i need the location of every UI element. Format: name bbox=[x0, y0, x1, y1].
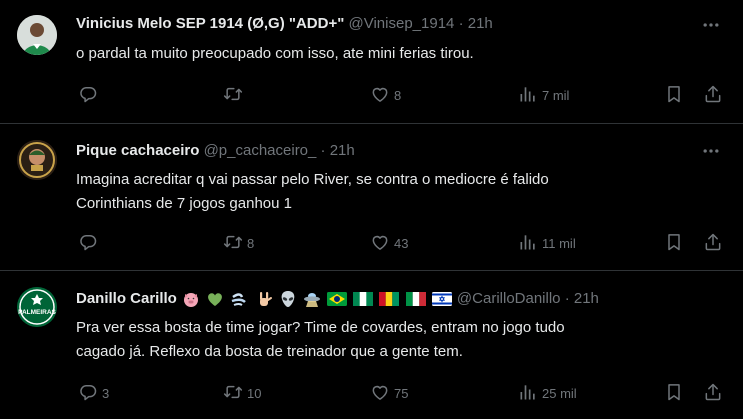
display-name[interactable]: Danillo Carillo bbox=[76, 290, 177, 307]
views-icon bbox=[518, 232, 538, 255]
heart-icon bbox=[370, 382, 390, 405]
bookmark-icon bbox=[664, 232, 684, 255]
share-icon bbox=[703, 84, 723, 107]
retweet-icon bbox=[223, 84, 243, 107]
israel-flag-emoji bbox=[431, 292, 452, 307]
bookmark-icon bbox=[664, 382, 684, 405]
tweet-text: Pra ver essa bosta de time jogar? Time d… bbox=[76, 318, 726, 362]
reply-button[interactable] bbox=[78, 233, 102, 253]
bookmark-button[interactable] bbox=[664, 233, 684, 253]
tweet-text-line: Corinthians de 7 jogos ganhou 1 bbox=[76, 195, 292, 212]
nigeria-flag-emoji bbox=[353, 292, 374, 307]
separator-dot: · bbox=[320, 142, 326, 159]
tweet-header: Danillo Carillo @CarilloDanillo · 21h bbox=[76, 289, 599, 309]
like-count: 8 bbox=[394, 87, 402, 103]
brazil-flag-emoji bbox=[327, 292, 348, 307]
tweet-text-line: cagado já. Reflexo da bosta de treinador… bbox=[76, 343, 463, 360]
alien-emoji bbox=[281, 291, 295, 308]
views-button[interactable]: 11 mil bbox=[518, 233, 576, 253]
tweet[interactable]: Vinicius Melo SEP 1914 (Ø,G) "ADD+" @Vin… bbox=[0, 0, 743, 123]
action-bar: 8 43 11 mil bbox=[76, 233, 726, 253]
handle[interactable]: @CarilloDanillo bbox=[457, 290, 561, 307]
ufo-emoji bbox=[303, 293, 320, 308]
reply-button[interactable] bbox=[78, 85, 102, 105]
avatar[interactable] bbox=[17, 140, 57, 180]
tweet-text: o pardal ta muito preocupado com isso, a… bbox=[76, 44, 726, 64]
view-count: 11 mil bbox=[542, 235, 576, 251]
retweet-button[interactable]: 10 bbox=[223, 383, 261, 403]
handle[interactable]: @p_cachaceiro_ bbox=[204, 142, 317, 159]
like-button[interactable]: 8 bbox=[370, 85, 401, 105]
reply-icon bbox=[78, 382, 98, 405]
tweet[interactable]: PALMEIRAS Danillo Carillo @CarilloDanill… bbox=[0, 271, 743, 419]
timestamp[interactable]: 21h bbox=[330, 142, 355, 159]
separator-dot: · bbox=[458, 15, 464, 32]
retweet-button[interactable]: 8 bbox=[223, 233, 254, 253]
like-button[interactable]: 43 bbox=[370, 233, 408, 253]
bookmark-button[interactable] bbox=[664, 85, 684, 105]
views-button[interactable]: 7 mil bbox=[518, 85, 569, 105]
views-button[interactable]: 25 mil bbox=[518, 383, 577, 403]
tweet-text-line: o pardal ta muito preocupado com isso, a… bbox=[76, 45, 474, 62]
timestamp[interactable]: 21h bbox=[574, 290, 599, 307]
avatar[interactable] bbox=[17, 15, 57, 55]
share-icon bbox=[703, 382, 723, 405]
tweet-header: Pique cachaceiro @p_cachaceiro_ · 21h bbox=[76, 141, 355, 161]
heart-icon bbox=[370, 232, 390, 255]
bookmark-button[interactable] bbox=[664, 383, 684, 403]
name-emojis bbox=[181, 290, 457, 308]
guinea-flag-emoji bbox=[379, 292, 400, 307]
display-name[interactable]: Pique cachaceiro bbox=[76, 142, 199, 159]
like-count: 75 bbox=[394, 385, 409, 401]
tweet-text-line: Pra ver essa bosta de time jogar? Time d… bbox=[76, 319, 565, 336]
retweet-icon bbox=[223, 382, 243, 405]
italy-flag-emoji bbox=[405, 292, 426, 307]
timestamp[interactable]: 21h bbox=[468, 15, 493, 32]
reply-button[interactable]: 3 bbox=[78, 383, 109, 403]
retweet-count: 10 bbox=[247, 385, 262, 401]
retweet-icon bbox=[223, 232, 243, 255]
share-button[interactable] bbox=[703, 233, 723, 253]
reply-count: 3 bbox=[102, 385, 110, 401]
display-name[interactable]: Vinicius Melo SEP 1914 (Ø,G) "ADD+" bbox=[76, 15, 344, 32]
handle[interactable]: @Vinisep_1914 bbox=[349, 15, 455, 32]
reply-icon bbox=[78, 84, 98, 107]
bookmark-icon bbox=[664, 84, 684, 107]
tweet[interactable]: Pique cachaceiro @p_cachaceiro_ · 21h Im… bbox=[0, 124, 743, 270]
tweet-text-line: Imagina acreditar q vai passar pelo Rive… bbox=[76, 171, 549, 188]
retweet-button[interactable] bbox=[223, 85, 247, 105]
retweet-count: 8 bbox=[247, 235, 255, 251]
pig-face-emoji bbox=[184, 293, 199, 308]
tweet-text: Imagina acreditar q vai passar pelo Rive… bbox=[76, 170, 726, 214]
like-button[interactable]: 75 bbox=[370, 383, 408, 403]
green-heart-emoji bbox=[208, 293, 223, 307]
wind-face-emoji bbox=[231, 293, 247, 306]
action-bar: 3 10 75 25 mil bbox=[76, 383, 726, 403]
share-button[interactable] bbox=[703, 383, 723, 403]
views-icon bbox=[518, 84, 538, 107]
more-options-icon[interactable] bbox=[701, 15, 721, 35]
avatar-logo-text: PALMEIRAS bbox=[18, 309, 56, 316]
view-count: 7 mil bbox=[542, 87, 570, 103]
like-count: 43 bbox=[394, 235, 409, 251]
more-options-icon[interactable] bbox=[701, 141, 721, 161]
horns-hand-emoji bbox=[259, 292, 272, 307]
views-icon bbox=[518, 382, 538, 405]
separator-dot: · bbox=[564, 290, 570, 307]
view-count: 25 mil bbox=[542, 385, 577, 401]
avatar[interactable]: PALMEIRAS bbox=[17, 287, 57, 327]
reply-icon bbox=[78, 232, 98, 255]
heart-icon bbox=[370, 84, 390, 107]
action-bar: 8 7 mil bbox=[76, 85, 726, 105]
share-button[interactable] bbox=[703, 85, 723, 105]
tweet-header: Vinicius Melo SEP 1914 (Ø,G) "ADD+" @Vin… bbox=[76, 14, 493, 34]
share-icon bbox=[703, 232, 723, 255]
